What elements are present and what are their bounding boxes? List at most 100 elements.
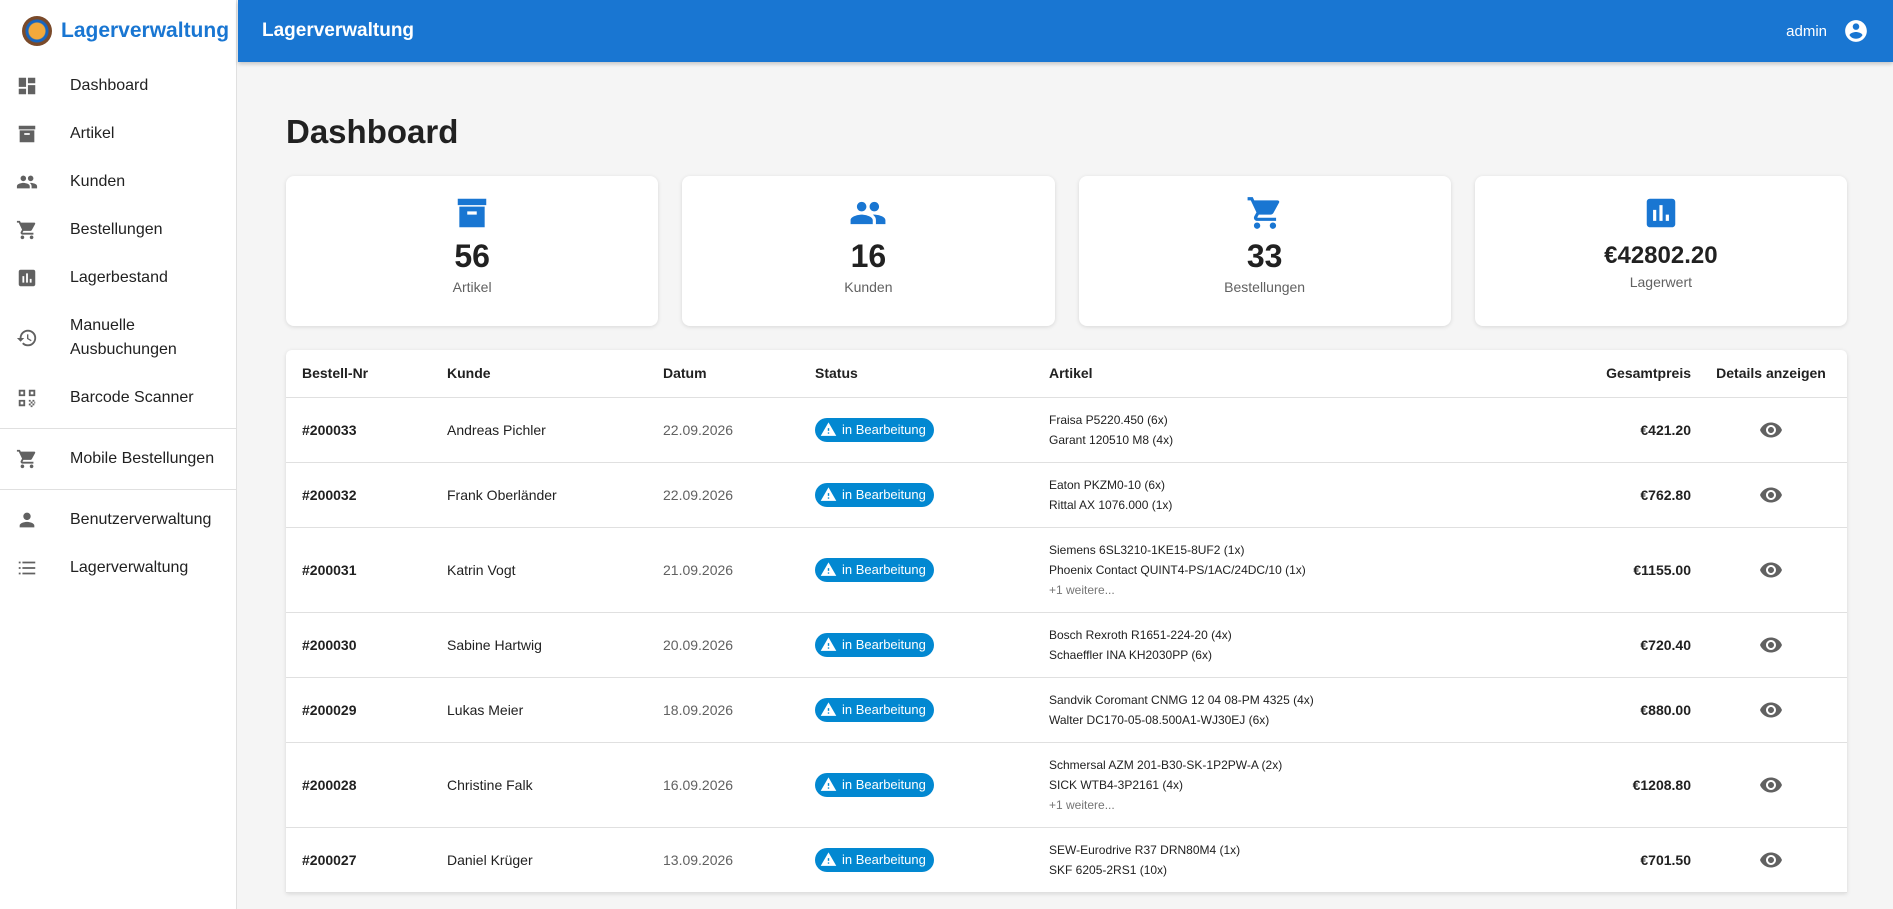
qr-code-icon bbox=[16, 387, 38, 409]
history-icon bbox=[16, 327, 38, 349]
order-date: 16.09.2026 bbox=[647, 742, 799, 828]
order-items: Schmersal AZM 201-B30-SK-1P2PW-A (2x) SIC… bbox=[1033, 742, 1557, 828]
table-header-row: Bestell-Nr Kunde Datum Status Artikel Ge… bbox=[286, 350, 1847, 398]
column-header-customer[interactable]: Kunde bbox=[431, 350, 647, 398]
status-badge: in Bearbeitung bbox=[815, 417, 934, 442]
sidebar-item-label: Kunden bbox=[70, 173, 126, 190]
order-date: 13.09.2026 bbox=[647, 827, 799, 893]
sidebar-item-lagerbestand[interactable]: Lagerbestand bbox=[0, 254, 236, 302]
order-number: #200030 bbox=[286, 612, 431, 678]
customer-name: Christine Falk bbox=[431, 742, 647, 828]
status-cell: in Bearbeitung bbox=[799, 612, 1033, 678]
status-cell: in Bearbeitung bbox=[799, 397, 1033, 463]
order-total: €762.80 bbox=[1557, 462, 1707, 528]
stat-value: 56 bbox=[454, 238, 490, 274]
status-badge: in Bearbeitung bbox=[815, 847, 934, 872]
table-row[interactable]: #200031 Katrin Vogt 21.09.2026 in Bearbe… bbox=[286, 527, 1847, 613]
view-details-icon[interactable] bbox=[1759, 850, 1783, 866]
column-header-date[interactable]: Datum bbox=[647, 350, 799, 398]
order-total: €1208.80 bbox=[1557, 742, 1707, 828]
person-icon bbox=[16, 509, 38, 531]
table-row[interactable]: #200028 Christine Falk 16.09.2026 in Bea… bbox=[286, 742, 1847, 828]
bar-chart-icon bbox=[1642, 194, 1680, 232]
table-row[interactable]: #200029 Lukas Meier 18.09.2026 in Bearbe… bbox=[286, 677, 1847, 743]
status-label: in Bearbeitung bbox=[842, 422, 926, 437]
table-row[interactable]: #200030 Sabine Hartwig 20.09.2026 in Bea… bbox=[286, 612, 1847, 678]
view-details-icon[interactable] bbox=[1759, 700, 1783, 716]
sidebar-item-label: Lagerbestand bbox=[70, 269, 168, 286]
sidebar-item-manuelle-ausbuchungen[interactable]: Manuelle Ausbuchungen bbox=[0, 302, 236, 374]
status-label: in Bearbeitung bbox=[842, 702, 926, 717]
status-label: in Bearbeitung bbox=[842, 562, 926, 577]
sidebar-item-lagerverwaltung[interactable]: Lagerverwaltung bbox=[0, 544, 236, 592]
order-date: 18.09.2026 bbox=[647, 677, 799, 743]
view-details-icon[interactable] bbox=[1759, 420, 1783, 436]
cart-icon bbox=[1246, 194, 1284, 232]
archive-icon bbox=[16, 123, 38, 145]
sidebar-item-kunden[interactable]: Kunden bbox=[0, 158, 236, 206]
order-number: #200028 bbox=[286, 742, 431, 828]
app-bar: Lagerverwaltung admin bbox=[238, 0, 1893, 62]
stat-label: Kunden bbox=[844, 279, 893, 295]
order-item: SICK WTB4-3P2161 (4x) bbox=[1049, 777, 1184, 792]
stat-label: Lagerwert bbox=[1629, 274, 1692, 290]
sidebar-item-bestellungen[interactable]: Bestellungen bbox=[0, 206, 236, 254]
order-total: €880.00 bbox=[1557, 677, 1707, 743]
more-items: +1 weitere... bbox=[1049, 582, 1115, 597]
sidebar-item-label: Manuelle Ausbuchungen bbox=[70, 317, 177, 358]
stat-value: 16 bbox=[850, 238, 887, 274]
column-header-total[interactable]: Gesamtpreis bbox=[1557, 350, 1707, 398]
column-header-order[interactable]: Bestell-Nr bbox=[286, 350, 431, 398]
order-item: Fraisa P5220.450 (6x) bbox=[1049, 412, 1168, 427]
cart-icon bbox=[16, 448, 38, 470]
order-item: Schmersal AZM 201-B30-SK-1P2PW-A (2x) bbox=[1049, 757, 1283, 772]
table-row[interactable]: #200033 Andreas Pichler 22.09.2026 in Be… bbox=[286, 397, 1847, 463]
order-number: #200032 bbox=[286, 462, 431, 528]
sidebar-item-label: Artikel bbox=[70, 125, 115, 142]
people-icon bbox=[16, 171, 38, 193]
sidebar-item-benutzerverwaltung[interactable]: Benutzerverwaltung bbox=[0, 496, 236, 544]
order-item: Sandvik Coromant CNMG 12 04 08-PM 4325 (… bbox=[1049, 692, 1314, 707]
status-label: in Bearbeitung bbox=[842, 637, 926, 652]
view-details-icon[interactable] bbox=[1759, 485, 1783, 501]
order-date: 22.09.2026 bbox=[647, 397, 799, 463]
order-items: Sandvik Coromant CNMG 12 04 08-PM 4325 (… bbox=[1033, 677, 1557, 743]
table-row[interactable]: #200027 Daniel Krüger 13.09.2026 in Bear… bbox=[286, 827, 1847, 893]
details-cell bbox=[1707, 742, 1847, 828]
main-content: Dashboard 56 Artikel 16 Kunden 33 Bestel… bbox=[286, 62, 1847, 893]
details-cell bbox=[1707, 527, 1847, 613]
sidebar-item-label: Benutzerverwaltung bbox=[70, 511, 212, 528]
sidebar-item-label: Bestellungen bbox=[70, 221, 163, 238]
details-cell bbox=[1707, 612, 1847, 678]
sidebar-item-mobile-bestellungen[interactable]: Mobile Bestellungen bbox=[0, 435, 236, 483]
table-row[interactable]: #200032 Frank Oberländer 22.09.2026 in B… bbox=[286, 462, 1847, 528]
order-item: Garant 120510 M8 (4x) bbox=[1049, 432, 1174, 447]
order-total: €720.40 bbox=[1557, 612, 1707, 678]
sidebar-item-barcode-scanner[interactable]: Barcode Scanner bbox=[0, 374, 236, 422]
warning-icon bbox=[820, 421, 837, 438]
order-number: #200031 bbox=[286, 527, 431, 613]
account-circle-icon[interactable] bbox=[1843, 18, 1869, 44]
column-header-status[interactable]: Status bbox=[799, 350, 1033, 398]
order-number: #200027 bbox=[286, 827, 431, 893]
view-details-icon[interactable] bbox=[1759, 560, 1783, 576]
people-icon bbox=[849, 194, 887, 232]
status-cell: in Bearbeitung bbox=[799, 527, 1033, 613]
stat-label: Artikel bbox=[452, 279, 492, 295]
stat-value: €42802.20 bbox=[1604, 242, 1718, 269]
details-cell bbox=[1707, 827, 1847, 893]
column-header-items[interactable]: Artikel bbox=[1033, 350, 1557, 398]
customer-name: Andreas Pichler bbox=[431, 397, 647, 463]
brand[interactable]: Lagerverwaltung bbox=[0, 0, 236, 62]
warning-icon bbox=[820, 561, 837, 578]
sidebar-item-artikel[interactable]: Artikel bbox=[0, 110, 236, 158]
status-cell: in Bearbeitung bbox=[799, 827, 1033, 893]
view-details-icon[interactable] bbox=[1759, 775, 1783, 791]
stat-value: 33 bbox=[1246, 238, 1283, 274]
order-items: SEW-Eurodrive R37 DRN80M4 (1x) SKF 6205-2… bbox=[1033, 827, 1557, 893]
order-total: €421.20 bbox=[1557, 397, 1707, 463]
view-details-icon[interactable] bbox=[1759, 635, 1783, 651]
sidebar-item-dashboard[interactable]: Dashboard bbox=[0, 62, 236, 110]
sidebar-divider bbox=[0, 489, 236, 490]
bar-chart-icon bbox=[16, 267, 38, 289]
